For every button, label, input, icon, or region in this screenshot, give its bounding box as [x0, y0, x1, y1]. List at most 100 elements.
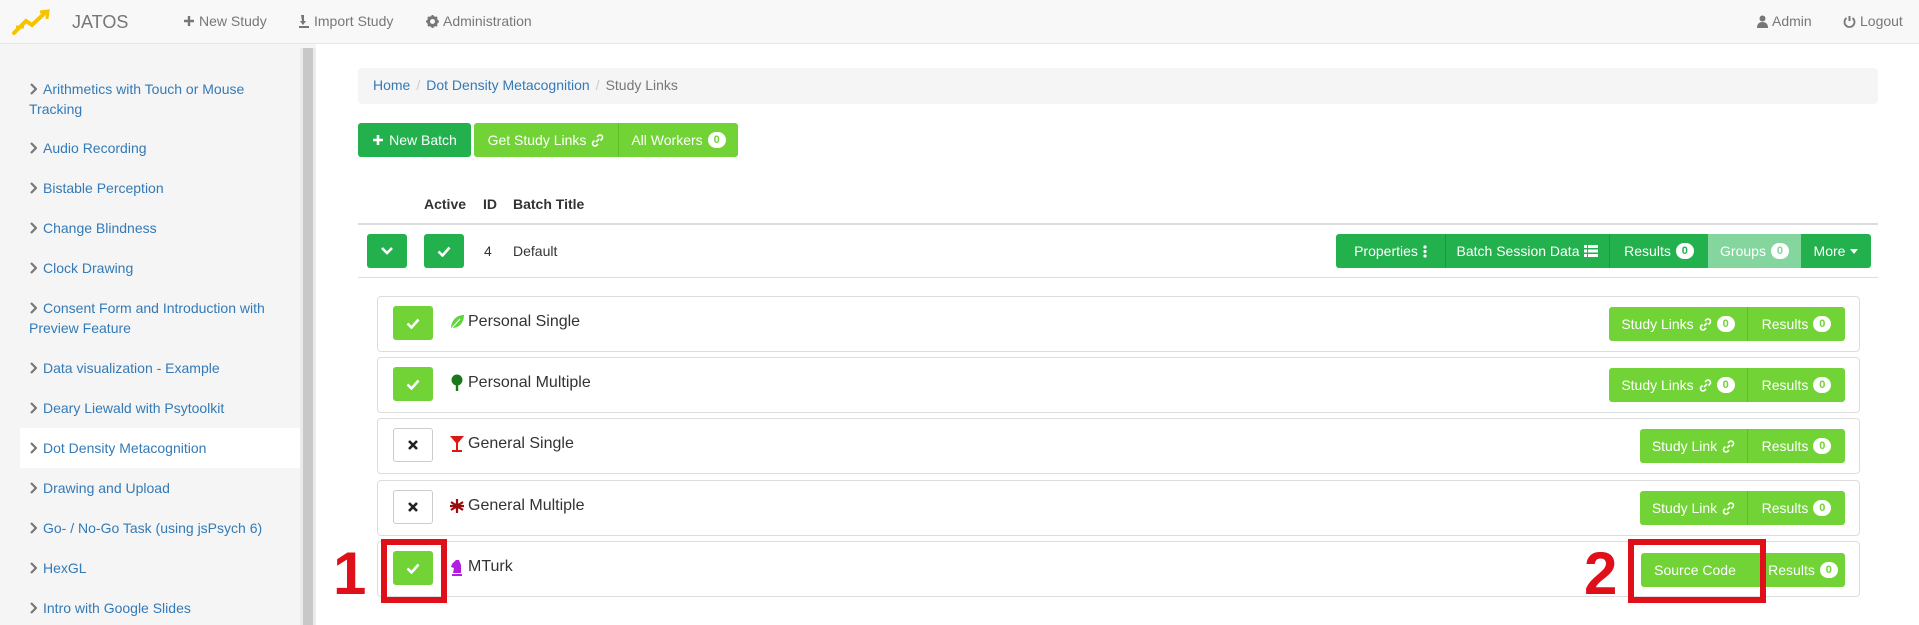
- batch-session-data-button[interactable]: Batch Session Data: [1445, 234, 1609, 268]
- batch-groups-count: 0: [1770, 243, 1789, 259]
- chevron-right-icon: [30, 562, 37, 574]
- user-menu[interactable]: Admin: [1757, 13, 1812, 29]
- batch-results-count: 0: [1675, 243, 1694, 259]
- import-study-link[interactable]: Import Study: [298, 13, 393, 29]
- expand-batch-button[interactable]: [367, 234, 407, 268]
- annotation-number-2: 2: [1584, 540, 1618, 607]
- panel-general-multiple: [377, 480, 1860, 536]
- plus-icon: [184, 16, 194, 26]
- chevron-right-icon: [30, 362, 37, 374]
- personal-multiple-results-count: 0: [1813, 377, 1832, 393]
- batch-title: Default: [513, 243, 558, 259]
- sidebar-item-arithmetics[interactable]: Arithmetics with Touch or Mouse Tracking: [20, 79, 300, 119]
- sidebar-item-change-blindness[interactable]: Change Blindness: [20, 218, 300, 238]
- general-single-results-count: 0: [1813, 438, 1832, 454]
- general-single-active-toggle[interactable]: [393, 428, 433, 462]
- header-active: Active: [424, 196, 467, 212]
- chevron-right-icon: [30, 142, 37, 154]
- check-icon: [406, 318, 420, 329]
- annotation-box-2: [1628, 539, 1766, 603]
- brand[interactable]: JATOS: [12, 9, 128, 35]
- personal-single-title: Personal Single: [468, 313, 581, 330]
- logout-link[interactable]: Logout: [1843, 13, 1903, 29]
- brand-name: JATOS: [72, 11, 129, 32]
- top-navbar: JATOS New Study Import Study Administrat…: [0, 0, 1919, 44]
- caret-down-icon: [1850, 248, 1859, 254]
- personal-multiple-active-toggle[interactable]: [393, 367, 433, 401]
- personal-single-results-count: 0: [1813, 316, 1832, 332]
- personal-multiple-links-count: 0: [1716, 377, 1735, 393]
- chevron-right-icon: [30, 482, 37, 494]
- chevron-right-icon: [30, 302, 37, 314]
- general-single-study-link-button[interactable]: Study Link: [1640, 429, 1747, 463]
- batch-groups-button[interactable]: Groups 0: [1708, 234, 1801, 268]
- annotation-number-1: 1: [333, 540, 367, 607]
- leaf-icon: [450, 315, 464, 330]
- logout-label: Logout: [1860, 13, 1903, 29]
- personal-single-study-links-button[interactable]: Study Links 0: [1609, 307, 1747, 341]
- batch-active-toggle[interactable]: [424, 234, 464, 268]
- general-single-results-button[interactable]: Results 0: [1747, 429, 1845, 463]
- personal-single-active-toggle[interactable]: [393, 306, 433, 340]
- personal-multiple-results-button[interactable]: Results 0: [1747, 368, 1845, 402]
- batch-properties-button[interactable]: Properties: [1336, 234, 1445, 268]
- batch-more-dropdown[interactable]: More: [1801, 234, 1871, 268]
- chevron-right-icon: [30, 182, 37, 194]
- breadcrumb-study[interactable]: Dot Density Metacognition: [426, 77, 589, 93]
- link-icon: [1699, 378, 1711, 392]
- import-icon: [299, 15, 309, 28]
- general-multiple-active-toggle[interactable]: [393, 490, 433, 524]
- table-header-divider: [358, 223, 1878, 225]
- all-workers-button[interactable]: All Workers 0: [618, 123, 738, 157]
- sidebar-item-bistable-perception[interactable]: Bistable Perception: [20, 178, 300, 198]
- sidebar-item-audio-recording[interactable]: Audio Recording: [20, 138, 300, 158]
- mturk-title: MTurk: [468, 558, 513, 575]
- sidebar-item-drawing-upload[interactable]: Drawing and Upload: [20, 478, 300, 498]
- vertical-ellipsis-icon: [1423, 244, 1427, 258]
- all-workers-count: 0: [707, 132, 726, 148]
- table-list-icon: [1584, 245, 1599, 257]
- sidebar-item-hexgl[interactable]: HexGL: [20, 558, 300, 578]
- chevron-right-icon: [30, 522, 37, 534]
- tree-icon: [451, 374, 463, 391]
- sidebar-item-consent-form[interactable]: Consent Form and Introduction with Previe…: [20, 298, 300, 338]
- chess-knight-icon: [451, 560, 462, 576]
- breadcrumb: Home / Dot Density Metacognition / Study Lin…: [358, 68, 1878, 104]
- sidebar-scrollbar[interactable]: [303, 48, 313, 625]
- jatos-logo-icon: [12, 9, 50, 35]
- sidebar-item-dot-density[interactable]: Dot Density Metacognition: [20, 428, 300, 468]
- personal-multiple-study-links-button[interactable]: Study Links 0: [1609, 368, 1747, 402]
- sidebar-item-deary-liewald[interactable]: Deary Liewald with Psytoolkit: [20, 398, 300, 418]
- administration-label: Administration: [443, 13, 532, 29]
- general-multiple-study-link-button[interactable]: Study Link: [1640, 491, 1747, 525]
- personal-multiple-title: Personal Multiple: [468, 374, 591, 391]
- new-batch-button[interactable]: New Batch: [358, 123, 471, 157]
- sidebar-item-clock-drawing[interactable]: Clock Drawing: [20, 258, 300, 278]
- batch-row-divider: [358, 277, 1878, 278]
- header-batch-title: Batch Title: [513, 196, 585, 212]
- sidebar-item-data-visualization[interactable]: Data visualization - Example: [20, 358, 300, 378]
- annotation-box-1: [381, 539, 447, 603]
- batch-results-button[interactable]: Results 0: [1609, 234, 1708, 268]
- breadcrumb-home[interactable]: Home: [373, 77, 410, 93]
- sidebar-item-go-nogo[interactable]: Go- / No-Go Task (using jsPsych 6): [20, 518, 300, 538]
- chevron-right-icon: [30, 222, 37, 234]
- new-study-link[interactable]: New Study: [183, 13, 267, 29]
- chevron-right-icon: [30, 602, 37, 614]
- check-icon: [406, 379, 420, 390]
- administration-link[interactable]: Administration: [426, 13, 532, 29]
- link-icon: [1699, 317, 1711, 331]
- general-multiple-results-button[interactable]: Results 0: [1747, 491, 1845, 525]
- chevron-right-icon: [30, 83, 37, 95]
- get-study-links-button[interactable]: Get Study Links: [474, 123, 618, 157]
- breadcrumb-current: Study Links: [605, 77, 678, 93]
- personal-single-results-button[interactable]: Results 0: [1747, 307, 1845, 341]
- plus-icon: [373, 135, 384, 145]
- check-icon: [437, 246, 451, 257]
- sidebar-item-google-slides[interactable]: Intro with Google Slides: [20, 598, 300, 618]
- user-icon: [1757, 15, 1768, 28]
- chevron-right-icon: [30, 402, 37, 414]
- user-label: Admin: [1772, 13, 1812, 29]
- close-icon: [408, 440, 418, 450]
- chevron-down-icon: [381, 247, 393, 255]
